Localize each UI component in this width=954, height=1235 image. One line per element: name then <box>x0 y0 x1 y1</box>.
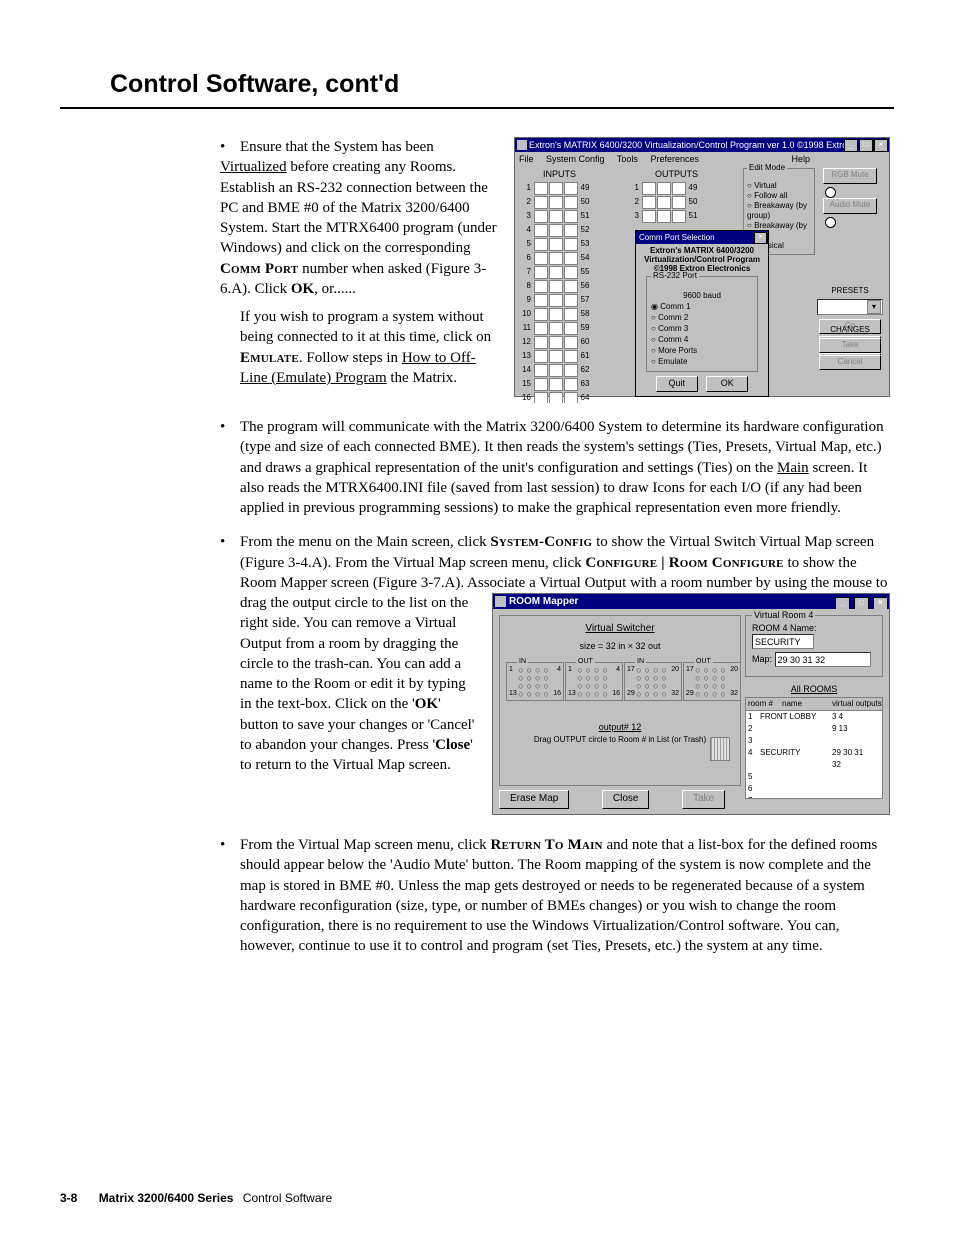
menu-help[interactable]: Help <box>791 154 810 164</box>
comm-port-dialog: Comm Port Selection × Extron's MATRIX 64… <box>635 230 769 397</box>
figure-3-7a: ROOM Mapper _ □ × Virtual Switcher size … <box>492 593 890 815</box>
virtual-room-group: Virtual Room 4 ROOM 4 Name: Map: <box>745 615 883 677</box>
rgb-mute-led <box>825 187 836 198</box>
radio-more-ports[interactable]: More Ports <box>651 345 753 356</box>
changes-cancel-button[interactable]: Cancel <box>819 355 881 370</box>
editmode-virtual[interactable]: ○ Virtual <box>747 181 811 191</box>
radio-comm-2[interactable]: Comm 2 <box>651 312 753 323</box>
inputs-label: INPUTS <box>543 168 576 180</box>
footer-title: Matrix 3200/6400 Series <box>99 1191 234 1205</box>
table-row[interactable]: 4SECURITY29 30 31 32 <box>746 747 882 771</box>
b1-text-a: Ensure that the System has been <box>240 139 434 155</box>
erase-map-button[interactable]: Erase Map <box>499 790 569 809</box>
app-icon <box>517 140 527 150</box>
page-footer: 3-8 Matrix 3200/6400 Series Control Soft… <box>60 1191 332 1205</box>
inputs-grid[interactable]: 1 492 503 514 525 536 547 558 569 5710 5… <box>517 182 597 403</box>
table-row[interactable]: 5 <box>746 771 882 783</box>
rgb-mute-button[interactable]: RGB Mute <box>823 168 877 184</box>
all-rooms-title: All ROOMS <box>745 683 883 695</box>
b1-virtualized-link: Virtualized <box>220 159 287 175</box>
radio-comm-4[interactable]: Comm 4 <box>651 334 753 345</box>
table-row[interactable]: 3 <box>746 735 882 747</box>
edit-mode-legend: Edit Mode <box>747 163 787 172</box>
rs232-legend: RS-232 Port <box>651 271 699 280</box>
bullet-2: • The program will communicate with the … <box>220 417 890 518</box>
changes-take-button[interactable]: Take <box>819 338 881 353</box>
drag-area: output# 12 Drag OUTPUT circle to Room # … <box>500 721 740 746</box>
radio-comm-1[interactable]: Comm 1 <box>651 301 753 312</box>
drag-hint: Drag OUTPUT circle to Room # in List (or… <box>534 735 706 744</box>
b1-text-g: , or...... <box>314 281 356 297</box>
changes-panel: CHANGES Take Cancel <box>815 325 885 370</box>
dialog-close-icon[interactable]: × <box>754 232 767 244</box>
dialog-title-text: Comm Port Selection <box>639 233 715 242</box>
editmode-follow-all[interactable]: ○ Follow all <box>747 191 811 201</box>
page-number: 3-8 <box>60 1191 77 1205</box>
baud-label: 9600 baud <box>651 290 753 301</box>
io-blocks[interactable]: IN○○○○○○○○○○○○○○○○OUT○○○○○○○○○○○○○○○○IN○… <box>506 662 734 701</box>
room-map-label: Map: <box>752 654 772 664</box>
dialog-ok-button[interactable]: OK <box>706 376 748 392</box>
close-button[interactable]: Close <box>602 790 650 809</box>
dialog-titlebar: Comm Port Selection × <box>636 231 768 244</box>
virtual-switcher-size: size = 32 in × 32 out <box>500 640 740 652</box>
b1-ok: OK <box>291 281 314 297</box>
figB-titlebar: ROOM Mapper _ □ × <box>493 594 889 609</box>
menu-file[interactable]: File <box>519 154 534 164</box>
take-button[interactable]: Take <box>682 790 725 809</box>
rs232-port-group[interactable]: RS-232 Port 9600 baud Comm 1 Comm 2 Comm… <box>646 276 758 372</box>
room-mapper-buttons: Erase Map Close Take <box>499 790 883 810</box>
dialog-quit-button[interactable]: Quit <box>656 376 698 392</box>
rooms-table-head: room #namevirtual outputs <box>746 698 882 711</box>
outputs-label: OUTPUTS <box>655 168 698 180</box>
trash-icon[interactable] <box>710 737 730 761</box>
rooms-table[interactable]: room #namevirtual outputs 1FRONT LOBBY3 … <box>745 697 883 799</box>
maximize-icon[interactable]: □ <box>859 139 873 152</box>
audio-mute-led <box>825 217 836 228</box>
radio-emulate[interactable]: Emulate <box>651 356 753 367</box>
presets-dropdown[interactable] <box>817 299 883 315</box>
figA-titlebar: Extron's MATRIX 6400/3200 Virtualization… <box>515 138 889 152</box>
radio-comm-3[interactable]: Comm 3 <box>651 323 753 334</box>
minimize-icon[interactable]: _ <box>844 139 858 152</box>
figure-3-6a: Extron's MATRIX 6400/3200 Virtualization… <box>514 137 890 397</box>
room-name-input[interactable] <box>752 634 814 649</box>
bullet-4: • From the Virtual Map screen menu, clic… <box>220 835 890 957</box>
figA-menubar[interactable]: File System Config Tools Preferences Hel… <box>515 152 889 166</box>
menu-system-config[interactable]: System Config <box>546 154 605 164</box>
menu-tools[interactable]: Tools <box>617 154 638 164</box>
virtual-switcher-title: Virtual Switcher <box>500 622 740 636</box>
virtual-switcher-panel: Virtual Switcher size = 32 in × 32 out I… <box>499 615 741 786</box>
bullet-3: • From the menu on the Main screen, clic… <box>220 532 890 593</box>
close-icon[interactable]: × <box>874 139 888 152</box>
table-row[interactable]: 1FRONT LOBBY3 4 <box>746 711 882 723</box>
bullet-1: Extron's MATRIX 6400/3200 Virtualization… <box>220 137 890 403</box>
title-rule <box>60 107 894 109</box>
footer-subtitle: Control Software <box>243 1191 332 1205</box>
presets-title: PRESETS <box>815 286 885 297</box>
table-row[interactable]: 29 13 <box>746 723 882 735</box>
menu-preferences[interactable]: Preferences <box>650 154 699 164</box>
outputs-grid[interactable]: 1 492 503 51 <box>625 182 705 224</box>
room-map-input[interactable] <box>775 652 871 667</box>
room-name-label: ROOM 4 Name: <box>752 623 817 633</box>
b1-comm-port: Comm Port <box>220 261 298 277</box>
section-title: Control Software, cont'd <box>110 70 894 99</box>
window-buttons[interactable]: _ □ × <box>843 139 888 152</box>
editmode-breakaway-group[interactable]: ○ Breakaway (by group) <box>747 201 811 221</box>
figB-title-text: ROOM Mapper <box>509 596 578 607</box>
mute-buttons: RGB Mute Audio Mute <box>823 168 885 228</box>
app-icon <box>495 596 506 607</box>
room-list-panel: Virtual Room 4 ROOM 4 Name: Map: <box>745 615 883 786</box>
virtual-room-legend: Virtual Room 4 <box>752 609 815 621</box>
drag-output-label: output# 12 <box>599 722 642 732</box>
changes-title: CHANGES <box>815 325 885 336</box>
audio-mute-button[interactable]: Audio Mute <box>823 198 877 214</box>
